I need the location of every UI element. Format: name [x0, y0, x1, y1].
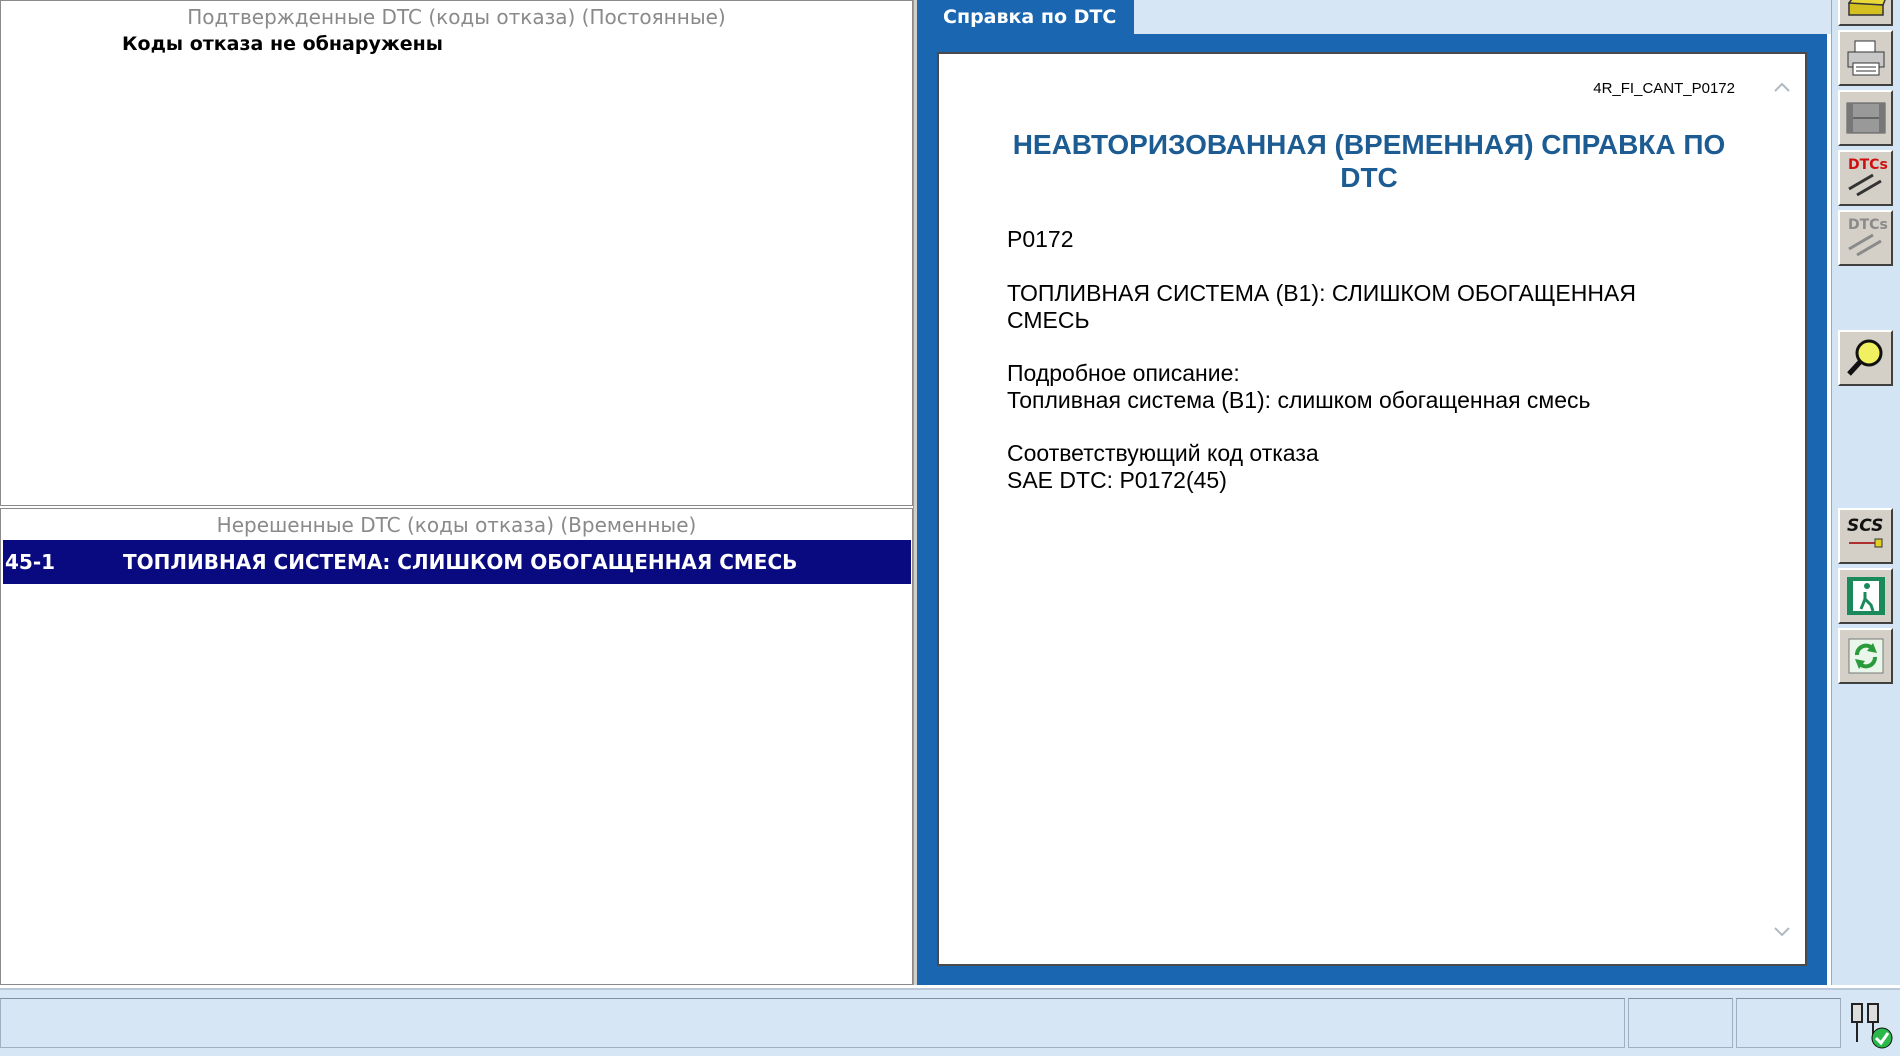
- exit-icon: [1847, 577, 1885, 615]
- scroll-up-icon[interactable]: [1771, 76, 1793, 98]
- folder-icon: [1847, 0, 1886, 16]
- side-toolbar: DTCs DTCs SCS: [1831, 0, 1900, 985]
- dtc-clear-icon: DTCs: [1848, 157, 1888, 197]
- exit-button[interactable]: [1838, 568, 1893, 624]
- dtc-disabled-icon: DTCs: [1848, 217, 1888, 257]
- detail-text: Топливная система (B1): слишком обогащен…: [1007, 387, 1591, 413]
- dtc-clear-button[interactable]: DTCs: [1838, 150, 1893, 206]
- confirmed-dtc-panel: Подтвержденные DTC (коды отказа) (Постоя…: [0, 0, 913, 506]
- refresh-icon: [1848, 638, 1884, 674]
- related-code-label: Соответствующий код отказа: [1007, 440, 1319, 466]
- refresh-button[interactable]: [1838, 628, 1893, 684]
- status-field-main: [0, 998, 1625, 1048]
- tab-dtc-help[interactable]: Справка по DTC: [917, 0, 1134, 36]
- scs-button[interactable]: SCS: [1838, 508, 1893, 564]
- status-bar: [0, 988, 1900, 1056]
- connection-ok-icon[interactable]: [1842, 998, 1896, 1050]
- status-field-2: [1628, 998, 1733, 1048]
- system-name-line2: СМЕСЬ: [1007, 307, 1090, 333]
- document-id: 4R_FI_CANT_P0172: [1593, 80, 1735, 97]
- snapshot-button[interactable]: [1838, 90, 1893, 146]
- document-title: НЕАВТОРИЗОВАННАЯ (ВРЕМЕННАЯ) СПРАВКА ПО …: [1012, 129, 1726, 193]
- help-document: 4R_FI_CANT_P0172 НЕАВТОРИЗОВАННАЯ (ВРЕМЕ…: [937, 52, 1807, 966]
- related-code-value: SAE DTC: P0172(45): [1007, 467, 1227, 493]
- print-icon: [1847, 40, 1885, 76]
- scroll-down-icon[interactable]: [1771, 920, 1793, 942]
- zoom-icon: [1847, 339, 1883, 376]
- detail-label: Подробное описание:: [1007, 360, 1240, 386]
- pending-dtc-panel: Нерешенные DTC (коды отказа) (Временные)…: [0, 508, 913, 985]
- scs-icon: SCS: [1847, 516, 1883, 548]
- dtc-description: ТОПЛИВНАЯ СИСТЕМА: СЛИШКОМ ОБОГАЩЕННАЯ С…: [123, 550, 798, 574]
- search-button[interactable]: [1838, 330, 1893, 386]
- dtc-code: 45-1: [5, 550, 56, 574]
- status-field-3: [1736, 998, 1841, 1048]
- no-codes-message: Коды отказа не обнаружены: [122, 33, 443, 55]
- film-icon: [1846, 102, 1886, 134]
- table-row[interactable]: 45-1 ТОПЛИВНАЯ СИСТЕМА: СЛИШКОМ ОБОГАЩЕН…: [3, 540, 911, 584]
- system-name-line1: ТОПЛИВНАЯ СИСТЕМА (B1): СЛИШКОМ ОБОГАЩЕН…: [1007, 280, 1636, 306]
- pending-dtc-title: Нерешенные DTC (коды отказа) (Временные): [216, 513, 697, 537]
- print-button[interactable]: [1838, 30, 1893, 86]
- svg-text:DTCs: DTCs: [1848, 157, 1888, 173]
- dtc-disabled-button[interactable]: DTCs: [1838, 210, 1893, 266]
- svg-text:DTCs: DTCs: [1848, 217, 1888, 233]
- dtc-number: P0172: [1007, 226, 1074, 252]
- folder-button[interactable]: [1838, 0, 1893, 26]
- confirmed-dtc-title: Подтвержденные DTC (коды отказа) (Постоя…: [187, 5, 726, 29]
- svg-text:SCS: SCS: [1847, 516, 1883, 536]
